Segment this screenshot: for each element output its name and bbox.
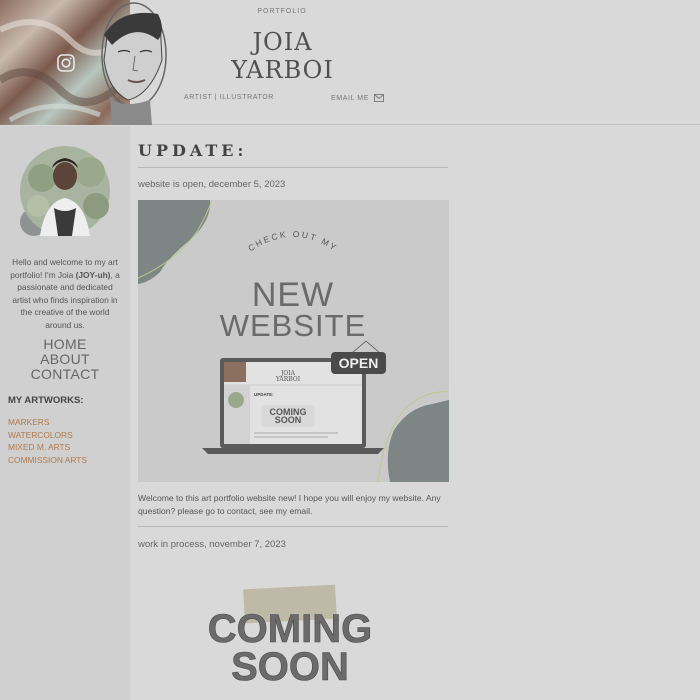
header-artwork-illustration bbox=[0, 0, 167, 125]
main-content: UPDATE: website is open, december 5, 202… bbox=[138, 126, 450, 700]
mini-update-label: UPDATE: bbox=[254, 392, 274, 397]
artwork-link-commission[interactable]: COMMISSION ARTS bbox=[8, 454, 87, 467]
nav-contact[interactable]: CONTACT bbox=[0, 367, 130, 382]
main-nav: HOME ABOUT CONTACT bbox=[0, 337, 130, 382]
mail-icon bbox=[374, 94, 384, 102]
post-title: website is open, december 5, 2023 bbox=[138, 179, 286, 190]
intro-pronunciation: (JOY-uh) bbox=[75, 269, 111, 280]
coming-soon-graphic: COMING SOON bbox=[207, 584, 373, 689]
header-artwork bbox=[0, 0, 170, 125]
site-title[interactable]: JOIA YARBOI bbox=[210, 28, 355, 84]
nav-home[interactable]: HOME bbox=[0, 337, 130, 352]
artwork-link-mixed-media[interactable]: MIXED M. ARTS bbox=[8, 441, 87, 454]
portfolio-label: PORTFOLIO bbox=[257, 8, 307, 15]
section-title: UPDATE: bbox=[138, 141, 248, 160]
site-header: PORTFOLIO JOIA YARBOI ARTIST | ILLUSTRAT… bbox=[0, 0, 700, 125]
mini-name-line2: YARBOI bbox=[275, 376, 301, 383]
site-title-line1: JOIA bbox=[252, 28, 313, 56]
mini-soon: SOON bbox=[275, 415, 302, 425]
role-label: ARTIST | ILLUSTRATOR bbox=[184, 94, 274, 101]
artwork-link-markers[interactable]: MARKERS bbox=[8, 416, 87, 429]
post-image-coming-soon[interactable]: COMING SOON bbox=[138, 556, 449, 700]
post-title: work in process, november 7, 2023 bbox=[138, 539, 286, 550]
avatar-photo bbox=[20, 146, 110, 236]
sidebar: Hello and welcome to my art portfolio! I… bbox=[0, 126, 130, 700]
divider bbox=[138, 526, 448, 527]
instagram-icon[interactable] bbox=[56, 53, 76, 73]
soon-text: SOON bbox=[231, 645, 349, 689]
headline-website: WEBSITE bbox=[220, 308, 367, 343]
avatar bbox=[10, 136, 110, 236]
email-label: EMAIL ME bbox=[331, 94, 369, 102]
open-badge-text: OPEN bbox=[339, 355, 379, 371]
post-image-new-website[interactable]: CHECK OUT MY NEW WEBSITE JOIA YARBOI UPD… bbox=[138, 200, 449, 482]
post-body: Welcome to this art portfolio website ne… bbox=[138, 493, 441, 516]
artworks-heading: MY ARTWORKS: bbox=[8, 395, 84, 406]
artwork-link-watercolors[interactable]: WATERCOLORS bbox=[8, 429, 87, 442]
new-website-graphic: CHECK OUT MY NEW WEBSITE JOIA YARBOI UPD… bbox=[138, 200, 449, 482]
site-title-line2: YARBOI bbox=[231, 56, 334, 84]
artworks-list: MARKERS WATERCOLORS MIXED M. ARTS COMMIS… bbox=[8, 416, 87, 466]
email-link[interactable]: EMAIL ME bbox=[331, 94, 384, 102]
laptop-base bbox=[202, 448, 384, 454]
divider bbox=[138, 167, 448, 168]
nav-about[interactable]: ABOUT bbox=[0, 352, 130, 367]
intro-text: Hello and welcome to my art portfolio! I… bbox=[8, 256, 122, 332]
